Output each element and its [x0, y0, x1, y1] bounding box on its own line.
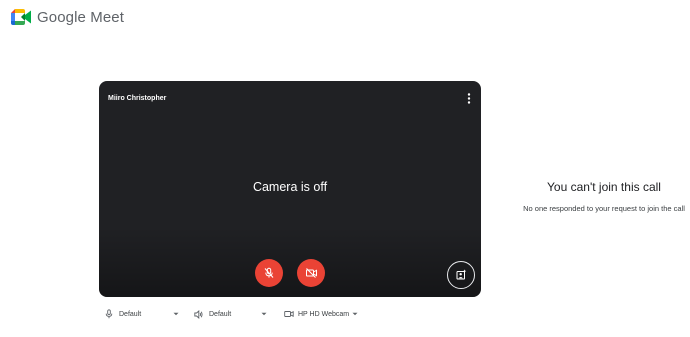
- camera-status-text: Camera is off: [252, 180, 328, 194]
- videocam-off-icon: [305, 268, 317, 278]
- visual-effects-icon: [456, 269, 467, 280]
- preview-gradient: [99, 227, 481, 297]
- visual-effects-button[interactable]: [447, 261, 475, 289]
- app-name: Google Meet: [37, 8, 124, 26]
- join-status-panel: You can't join this call No one responde…: [520, 180, 688, 214]
- videocam-icon: [284, 311, 294, 317]
- camera-toggle-button[interactable]: [297, 259, 325, 287]
- app-header: Google Meet: [10, 7, 124, 27]
- status-description: No one responded to your request to join…: [523, 204, 685, 213]
- microphone-toggle-button[interactable]: [255, 259, 283, 287]
- speaker-label: Default: [209, 310, 232, 318]
- microphone-label: Default: [119, 310, 142, 318]
- speaker-selector[interactable]: Default: [194, 307, 269, 321]
- mic-off-icon: [264, 267, 274, 278]
- microphone-selector[interactable]: Default: [105, 307, 180, 321]
- chevron-down-icon: [173, 312, 179, 316]
- device-selector-bar: Default Default HP HD Webcam: [0, 307, 400, 321]
- camera-selector[interactable]: HP HD Webcam: [284, 307, 364, 321]
- mic-icon: [105, 309, 113, 319]
- more-options-button[interactable]: [463, 91, 475, 105]
- chevron-down-icon: [261, 312, 267, 316]
- chevron-down-icon: [352, 312, 358, 316]
- speaker-icon: [194, 309, 203, 319]
- google-meet-logo-icon: [11, 9, 31, 25]
- status-title: You can't join this call: [547, 180, 661, 194]
- camera-label: HP HD Webcam: [298, 310, 350, 318]
- participant-name: Miiro Christopher: [108, 95, 167, 102]
- camera-preview: Miiro Christopher Camera is off: [99, 81, 481, 297]
- more-vert-icon: [467, 92, 471, 104]
